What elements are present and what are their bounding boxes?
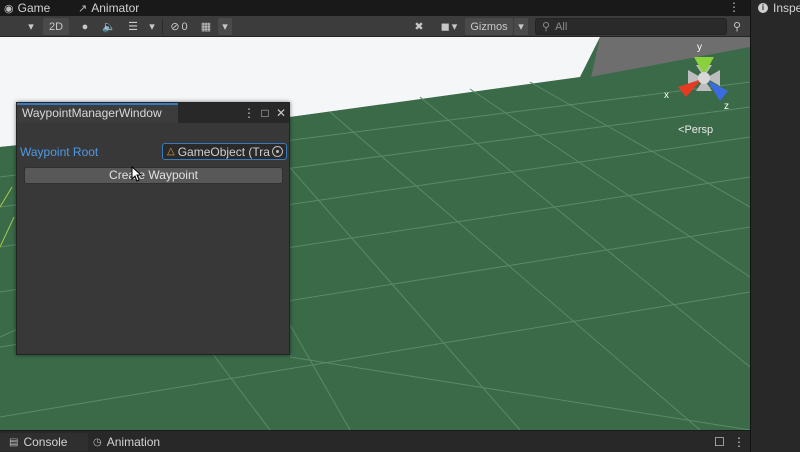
tab-game[interactable]: ◉ Game (4, 0, 50, 16)
create-waypoint-button[interactable]: Create Waypoint (24, 167, 283, 184)
gizmo-center[interactable] (698, 72, 710, 84)
camera-icon: ◼ (440, 21, 450, 33)
gameobject-icon: △ (167, 146, 175, 157)
tab-inspector-label: Inspe (773, 1, 800, 15)
gizmos-label: Gizmos (470, 20, 508, 33)
tab-animation-label: Animation (106, 435, 161, 449)
toggle-2d-button[interactable]: 2D (43, 18, 69, 35)
gamepad-icon: ◉ (4, 2, 14, 15)
animation-icon: ◷ (93, 436, 102, 448)
search-icon: ⚲ (542, 21, 551, 33)
camera-button[interactable]: ◼ ▾ (434, 18, 464, 35)
inspector-panel (750, 0, 800, 452)
tab-animator-label: Animator (91, 1, 140, 15)
scene-visibility-toggle[interactable]: ⊘ 0 (165, 18, 193, 35)
bottom-tab-bar: ▤ Console ◷ Animation ☐ ⋮ (0, 430, 750, 452)
waypoint-root-label: Waypoint Root (20, 145, 99, 159)
window-title-tab[interactable]: WaypointManagerWindow (17, 103, 178, 123)
scene-toolbar: ▾ 2D ● 🔈 ☰ ▾ ⊘ 0 ▦ ▾ ✖ ◼ ▾ Gizmos ▾ ⚲ ⚲ (0, 16, 750, 37)
scene-search-field[interactable]: ⚲ (535, 18, 727, 35)
more-options-icon[interactable]: ⋮ (728, 0, 740, 14)
audio-icon[interactable]: 🔈 (100, 18, 118, 35)
gizmos-dropdown-icon[interactable]: ▾ (514, 18, 528, 35)
lock-icon[interactable]: ☐ (714, 433, 725, 451)
waypoint-root-value: GameObject (Tra (177, 144, 270, 159)
hidden-count: 0 (181, 20, 188, 33)
toggle-2d-label: 2D (48, 20, 64, 33)
gizmos-button[interactable]: Gizmos (465, 18, 513, 35)
grid-dropdown-icon[interactable]: ▾ (218, 18, 232, 35)
projection-toggle[interactable]: <Persp (678, 124, 713, 136)
shading-dropdown-icon[interactable]: ▾ (24, 18, 38, 35)
tab-console[interactable]: ▤ Console (0, 433, 88, 451)
animator-icon: ↗ (78, 2, 88, 15)
projection-label: Persp (684, 124, 714, 136)
window-title: WaypointManagerWindow (22, 106, 162, 120)
gizmo-x-label: x (664, 90, 669, 101)
tab-inspector[interactable]: i Inspe (758, 1, 800, 15)
tools-icon[interactable]: ✖ (410, 18, 428, 35)
tab-game-label: Game (17, 1, 51, 15)
close-icon[interactable]: ✕ (274, 105, 288, 121)
tab-animator[interactable]: ↗ Animator (78, 0, 139, 16)
waypoint-manager-window: WaypointManagerWindow ⋮ □ ✕ Waypoint Roo… (16, 102, 290, 355)
mouse-cursor-icon (131, 166, 143, 182)
eye-slash-icon: ⊘ (170, 21, 180, 33)
maximize-icon[interactable]: □ (258, 105, 272, 121)
tab-animation[interactable]: ◷ Animation (93, 433, 160, 451)
orientation-gizmo[interactable]: y x z (660, 37, 750, 117)
effects-icon[interactable]: ☰ (124, 18, 142, 35)
window-body: Waypoint Root △ GameObject (Tra Create W… (17, 123, 289, 354)
lighting-icon[interactable]: ● (76, 18, 94, 35)
gizmo-y-label: y (697, 42, 702, 53)
gizmo-z-label: z (724, 101, 729, 112)
camera-dropdown-icon: ▾ (451, 21, 458, 33)
top-tab-bar: ◉ Game ↗ Animator ⋮ (0, 0, 750, 16)
waypoint-root-field[interactable]: △ GameObject (Tra (162, 143, 287, 160)
grid-icon[interactable]: ▦ (197, 18, 215, 35)
tab-console-label: Console (23, 435, 68, 449)
bottom-menu-icon[interactable]: ⋮ (733, 433, 745, 451)
toolbar-separator (162, 19, 163, 34)
search-input[interactable] (555, 20, 706, 33)
effects-dropdown-icon[interactable]: ▾ (145, 18, 159, 35)
info-icon: i (758, 3, 768, 13)
search-options-icon[interactable]: ⚲ (730, 18, 744, 35)
window-menu-icon[interactable]: ⋮ (242, 105, 256, 121)
console-icon: ▤ (9, 436, 19, 448)
window-header: WaypointManagerWindow ⋮ □ ✕ (17, 103, 289, 123)
object-picker-icon[interactable] (272, 146, 283, 157)
